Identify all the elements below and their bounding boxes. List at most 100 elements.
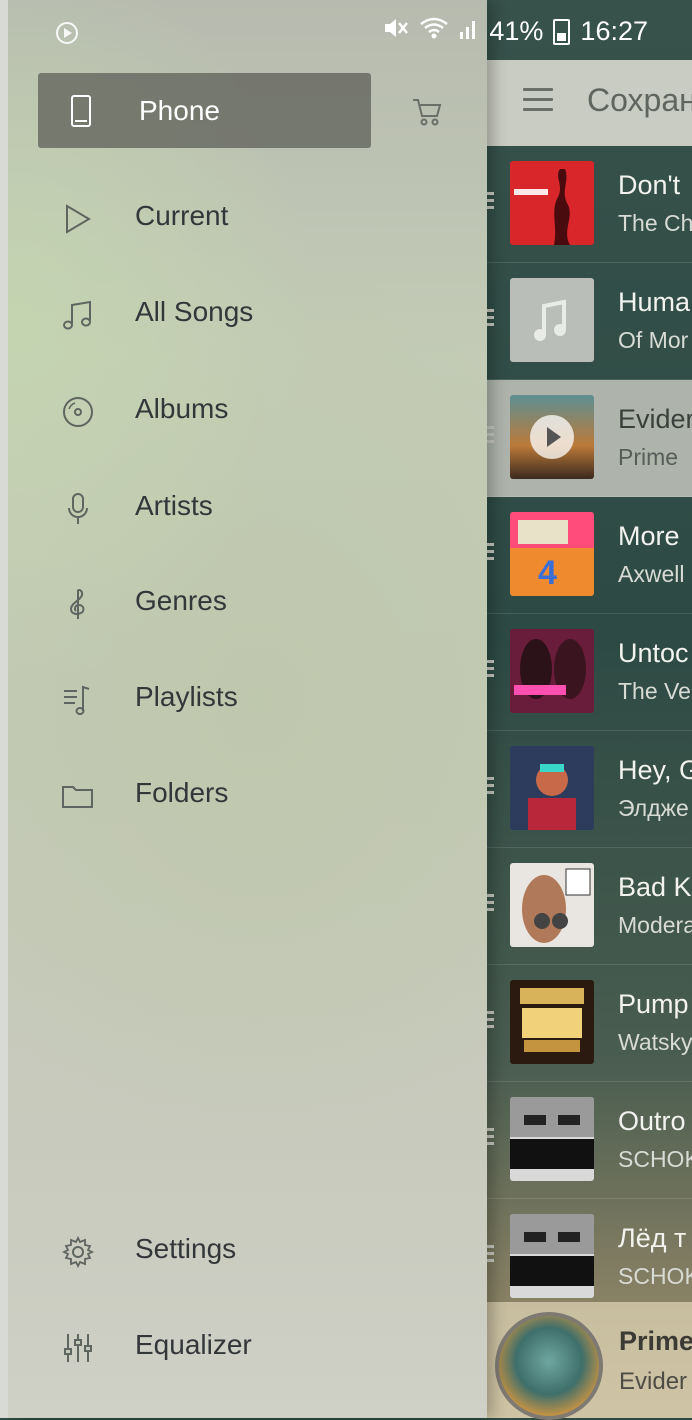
play-triangle-icon	[61, 202, 95, 236]
signal-icon	[459, 16, 479, 47]
play-overlay-icon[interactable]	[530, 415, 574, 459]
song-title: Pump	[618, 989, 689, 1019]
treble-clef-icon	[61, 587, 95, 621]
nav-label: Albums	[135, 393, 229, 424]
song-row[interactable]: 4 More Axwell	[487, 497, 692, 614]
disc-icon	[61, 395, 95, 429]
nav-item-folders[interactable]: Folders	[8, 755, 487, 851]
song-title: Bad K	[618, 872, 692, 902]
nav-label: All Songs	[135, 296, 254, 327]
drag-handle-icon[interactable]	[487, 777, 494, 797]
song-artist: Watsky	[618, 1029, 692, 1055]
header-title: Сохран	[587, 82, 692, 118]
now-playing-subtitle: Evider	[619, 1368, 688, 1395]
song-title: Don't	[618, 170, 681, 200]
music-note-icon	[61, 298, 95, 332]
cart-icon[interactable]	[410, 94, 444, 128]
song-title: Лёд т	[618, 1223, 687, 1253]
song-row[interactable]: Huma Of Mor	[487, 263, 692, 380]
storage-source-button[interactable]: Phone	[38, 73, 371, 148]
nav-label: Genres	[135, 585, 227, 616]
gear-icon	[61, 1235, 95, 1269]
song-artist: Axwell	[618, 561, 685, 587]
now-playing-title: Prime	[619, 1326, 692, 1356]
song-title: Untoc	[618, 638, 689, 668]
album-art	[510, 629, 594, 713]
song-title: Huma	[618, 287, 691, 317]
nav-item-artists[interactable]: Artists	[8, 468, 487, 564]
nav-label: Current	[135, 200, 229, 231]
song-row[interactable]: Pump Watsky	[487, 965, 692, 1082]
song-artist: Of Mor	[618, 327, 689, 353]
song-row[interactable]: Don't The Ch	[487, 146, 692, 263]
folder-icon	[61, 779, 95, 813]
album-art: 4	[510, 512, 594, 596]
drag-handle-icon[interactable]	[487, 660, 494, 680]
svg-text:4: 4	[538, 554, 557, 592]
screen-edge	[0, 0, 8, 1418]
drag-handle-icon[interactable]	[487, 309, 494, 329]
song-row-playing[interactable]: Evider Prime	[487, 380, 692, 497]
song-title: Hey, G	[618, 755, 692, 785]
menu-icon[interactable]	[523, 88, 553, 112]
nav-item-current[interactable]: Current	[8, 178, 487, 274]
song-title: More	[618, 521, 680, 551]
nav-item-albums[interactable]: Albums	[8, 371, 487, 467]
drag-handle-icon[interactable]	[487, 192, 494, 212]
now-playing-bar[interactable]: Prime Evider	[487, 1302, 692, 1420]
nav-label: Folders	[135, 777, 229, 808]
song-title: Evider	[618, 404, 692, 434]
nav-item-all-songs[interactable]: All Songs	[8, 274, 487, 370]
song-artist: Prime	[618, 444, 679, 470]
media-play-icon	[56, 22, 78, 44]
nav-item-equalizer[interactable]: Equalizer	[8, 1307, 487, 1403]
nav-label: Artists	[135, 490, 213, 521]
song-artist: SCHOK	[618, 1146, 692, 1172]
song-row[interactable]: Outro SCHOK	[487, 1082, 692, 1199]
storage-source-label: Phone	[139, 95, 220, 126]
nav-item-settings[interactable]: Settings	[8, 1211, 487, 1307]
phone-icon	[71, 95, 91, 127]
nav-label: Settings	[135, 1233, 237, 1264]
album-art	[510, 395, 594, 479]
battery-icon	[553, 18, 571, 45]
wifi-icon	[419, 16, 449, 47]
album-art	[510, 278, 594, 362]
nav-item-playlists[interactable]: Playlists	[8, 659, 487, 755]
album-art	[510, 1214, 594, 1298]
song-row[interactable]: Лёд т SCHOK	[487, 1199, 692, 1316]
clock: 16:27	[580, 16, 648, 46]
nav-label: Playlists	[135, 681, 238, 712]
navigation-drawer: Phone Current All Songs Albums Artists G…	[8, 0, 487, 1418]
album-art	[510, 746, 594, 830]
song-list: Don't The Ch Huma Of Mor Evider Prime 4 …	[487, 146, 692, 1316]
playlist-icon	[61, 683, 95, 717]
drag-handle-icon[interactable]	[487, 1011, 494, 1031]
drag-handle-icon[interactable]	[487, 1128, 494, 1148]
song-row[interactable]: Untoc The Ve	[487, 614, 692, 731]
drag-handle-icon[interactable]	[487, 1245, 494, 1265]
song-artist: SCHOK	[618, 1263, 692, 1289]
microphone-icon	[61, 492, 95, 526]
song-artist: The Ch	[618, 210, 692, 236]
drag-handle-icon[interactable]	[487, 426, 494, 446]
album-art	[510, 1097, 594, 1181]
song-row[interactable]: Hey, G Элдже	[487, 731, 692, 848]
song-artist: The Ve	[618, 678, 691, 704]
equalizer-icon	[61, 1331, 95, 1365]
mute-icon	[383, 16, 409, 47]
song-artist: Элдже	[618, 795, 689, 821]
song-title: Outro	[618, 1106, 686, 1136]
song-row[interactable]: Bad K Modera	[487, 848, 692, 965]
battery-percent: 41%	[489, 16, 544, 46]
drag-handle-icon[interactable]	[487, 894, 494, 914]
album-art	[510, 161, 594, 245]
app-header: Сохран	[487, 60, 692, 146]
nav-item-genres[interactable]: Genres	[8, 563, 487, 659]
album-art	[510, 863, 594, 947]
now-playing-album-disc[interactable]	[495, 1312, 603, 1420]
song-artist: Modera	[618, 912, 692, 938]
status-bar: 41% 16:27	[0, 0, 692, 60]
album-art	[510, 980, 594, 1064]
drag-handle-icon[interactable]	[487, 543, 494, 563]
